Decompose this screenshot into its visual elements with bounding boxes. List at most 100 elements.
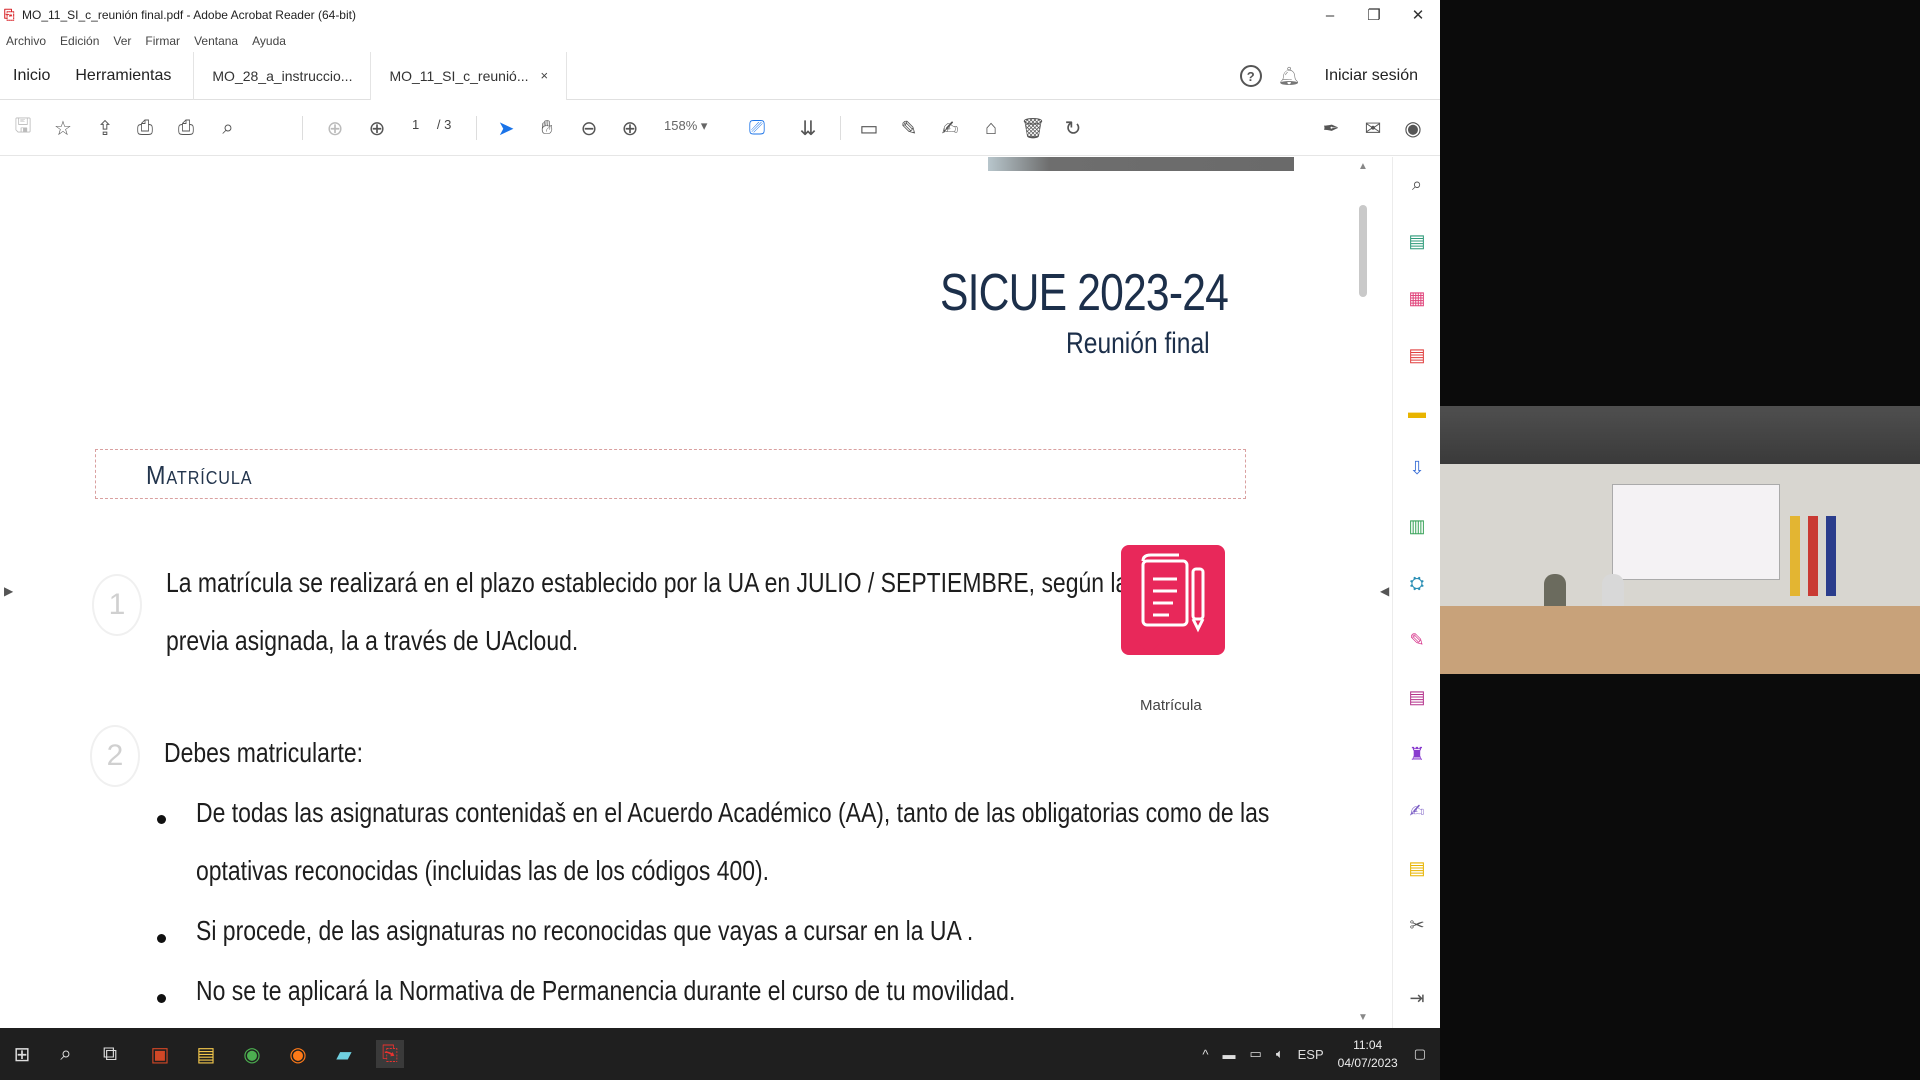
zoom-out-icon[interactable]: ⊖ xyxy=(576,115,602,141)
upload-cloud-icon[interactable]: ⇪ xyxy=(92,115,118,141)
collapse-right-panel-icon[interactable]: ◀ xyxy=(1380,584,1389,598)
acrobat-app-icon: ⎘ xyxy=(4,7,15,22)
search-icon[interactable]: ⌕ xyxy=(215,115,241,141)
language-indicator[interactable]: ESP xyxy=(1298,1047,1324,1062)
more-tools-icon[interactable]: ✂︎ xyxy=(1406,914,1428,936)
webcam-person xyxy=(1544,574,1566,608)
zoom-search-icon[interactable]: ⌕ xyxy=(1406,173,1428,195)
webcam-ceiling xyxy=(1440,406,1920,464)
signin-button[interactable]: Iniciar sesión xyxy=(1325,67,1418,85)
collapse-rail-icon[interactable]: ⇥ xyxy=(1406,987,1428,1009)
protect-icon[interactable]: ⛭ xyxy=(1406,572,1428,594)
file-explorer-icon[interactable]: ▤ xyxy=(192,1040,220,1068)
fill-sign-icon[interactable]: ✎ xyxy=(1406,629,1428,651)
bullet-dot xyxy=(157,815,166,824)
help-icon[interactable]: ? xyxy=(1239,65,1262,87)
clock[interactable]: 11:04 04/07/2023 xyxy=(1338,1036,1398,1072)
comment-tool-icon[interactable]: ▬ xyxy=(1406,401,1428,423)
create-pdf-icon[interactable]: ▤ xyxy=(1406,344,1428,366)
page-indicator[interactable]: 1 / 3 xyxy=(412,117,451,132)
zoom-in-icon[interactable]: ⊕ xyxy=(617,115,643,141)
webcam-flag xyxy=(1826,516,1836,596)
network-icon[interactable]: ▭ xyxy=(1250,1046,1262,1062)
webcam-projection-screen xyxy=(1612,484,1780,580)
comment-icon[interactable]: ▭ xyxy=(856,115,882,141)
vertical-scrollbar[interactable]: ▲ ▼ xyxy=(1356,157,1370,1028)
bullet2-text: Si procede, de las asignaturas no recono… xyxy=(196,915,974,946)
zoom-level[interactable]: 158% ▾ xyxy=(664,118,707,134)
menu-bar: Archivo Edición Ver Firmar Ventana Ayuda xyxy=(0,30,1440,52)
notifications-icon[interactable]: ▢ xyxy=(1414,1046,1426,1062)
taskbar-search-icon[interactable]: ⌕ xyxy=(52,1040,80,1068)
doc-tab-instrucciones[interactable]: MO_28_a_instruccio... xyxy=(193,51,370,100)
matricula-icon-label: Matrícula xyxy=(1140,697,1202,714)
menu-ver[interactable]: Ver xyxy=(113,34,131,48)
doc-tab-label: MO_28_a_instruccio... xyxy=(212,67,353,84)
chrome-icon[interactable]: ◉ xyxy=(238,1040,266,1068)
save-icon[interactable]: 🖫︎ xyxy=(10,115,36,141)
menu-ventana[interactable]: Ventana xyxy=(194,34,238,48)
webcam-flag xyxy=(1790,516,1800,596)
menu-firmar[interactable]: Firmar xyxy=(145,34,180,48)
maximize-button[interactable]: ❐ xyxy=(1352,0,1396,30)
close-tab-icon[interactable]: × xyxy=(541,52,549,100)
tab-herramientas[interactable]: Herramientas xyxy=(75,52,171,100)
send-sign-icon[interactable]: ▤ xyxy=(1406,686,1428,708)
print-icon[interactable]: ⎙ xyxy=(173,115,199,141)
scrollbar-thumb[interactable] xyxy=(1359,205,1367,297)
edit-pdf-icon[interactable]: ▤ xyxy=(1406,857,1428,879)
combine-files-icon[interactable]: ⇩ xyxy=(1406,457,1428,479)
hand-tool-icon[interactable]: ✋︎ xyxy=(534,115,560,141)
expand-left-panel-icon[interactable]: ▶ xyxy=(4,584,13,598)
email-icon[interactable]: ✉︎ xyxy=(1360,115,1386,141)
signature-icon[interactable]: ✍︎ xyxy=(1406,800,1428,822)
export-pdf-icon[interactable]: ▤ xyxy=(1406,230,1428,252)
compress-icon[interactable]: ▥ xyxy=(1406,515,1428,537)
page-down-icon[interactable]: ⊕ xyxy=(364,115,390,141)
page-current[interactable]: 1 xyxy=(412,117,419,132)
accessibility-icon[interactable]: ◉ xyxy=(1400,115,1426,141)
delete-icon[interactable]: 🗑︎ xyxy=(1020,115,1046,141)
select-cursor-icon[interactable]: ➤ xyxy=(493,115,519,141)
draw-icon[interactable]: ✍︎ xyxy=(937,115,963,141)
notes-app-icon[interactable]: ▰ xyxy=(330,1040,358,1068)
toolbar-divider xyxy=(476,116,477,140)
share-file-icon[interactable]: ⎙ xyxy=(132,115,158,141)
minimize-button[interactable]: – xyxy=(1308,0,1352,30)
scroll-mode-icon[interactable]: ⇊ xyxy=(795,115,821,141)
task-view-icon[interactable]: ⧉ xyxy=(96,1040,124,1068)
document-view[interactable]: SICUE 2023-24 Reunión final Matrícula 1 … xyxy=(0,157,1392,1028)
rotate-icon[interactable]: ↻ xyxy=(1060,115,1086,141)
volume-icon[interactable]: 🔈︎ xyxy=(1276,1046,1284,1062)
item1-text-line1: La matrícula se realizará en el plazo es… xyxy=(166,567,1171,598)
highlight-pen-icon[interactable]: ✎ xyxy=(896,115,922,141)
star-icon[interactable]: ☆ xyxy=(50,115,76,141)
section-title: Matrícula xyxy=(146,460,253,490)
menu-edicion[interactable]: Edición xyxy=(60,34,99,48)
tab-inicio[interactable]: Inicio xyxy=(13,52,50,100)
menu-archivo[interactable]: Archivo xyxy=(6,34,46,48)
powerpoint-icon[interactable]: ▣ xyxy=(146,1040,174,1068)
item2-text: Debes matricularte: xyxy=(164,737,364,768)
doc-tab-reunion[interactable]: MO_11_SI_c_reunió... × xyxy=(370,51,568,100)
windows-start-icon[interactable]: ⊞ xyxy=(8,1040,36,1068)
stamp-icon[interactable]: ⌂ xyxy=(978,115,1004,141)
firefox-icon[interactable]: ◉ xyxy=(284,1040,312,1068)
close-window-button[interactable]: ✕ xyxy=(1396,0,1440,30)
page-up-icon[interactable]: ⊕ xyxy=(322,115,348,141)
webcam-desk xyxy=(1440,606,1920,674)
acrobat-taskbar-icon[interactable]: ⎘ xyxy=(376,1040,404,1068)
sign-icon[interactable]: ✒︎ xyxy=(1318,115,1344,141)
system-tray: ^ ▬ ▭ 🔈︎ ESP 11:04 04/07/2023 ▢ xyxy=(1202,1028,1440,1080)
scroll-down-arrow[interactable]: ▼ xyxy=(1358,1012,1368,1023)
organize-pages-icon[interactable]: ▦ xyxy=(1406,287,1428,309)
tray-device-icon[interactable]: ▬ xyxy=(1223,1047,1236,1062)
tray-overflow-icon[interactable]: ^ xyxy=(1202,1047,1208,1062)
bullet-dot xyxy=(157,994,166,1003)
certificates-icon[interactable]: ♜ xyxy=(1406,743,1428,765)
scroll-up-arrow[interactable]: ▲ xyxy=(1358,161,1368,172)
fit-page-icon[interactable]: ⎚ xyxy=(744,115,770,141)
bullet1-text-line2: optativas reconocidas (incluidas las de … xyxy=(196,855,770,886)
bell-icon[interactable]: 🔔︎ xyxy=(1278,66,1301,87)
menu-ayuda[interactable]: Ayuda xyxy=(252,34,286,48)
